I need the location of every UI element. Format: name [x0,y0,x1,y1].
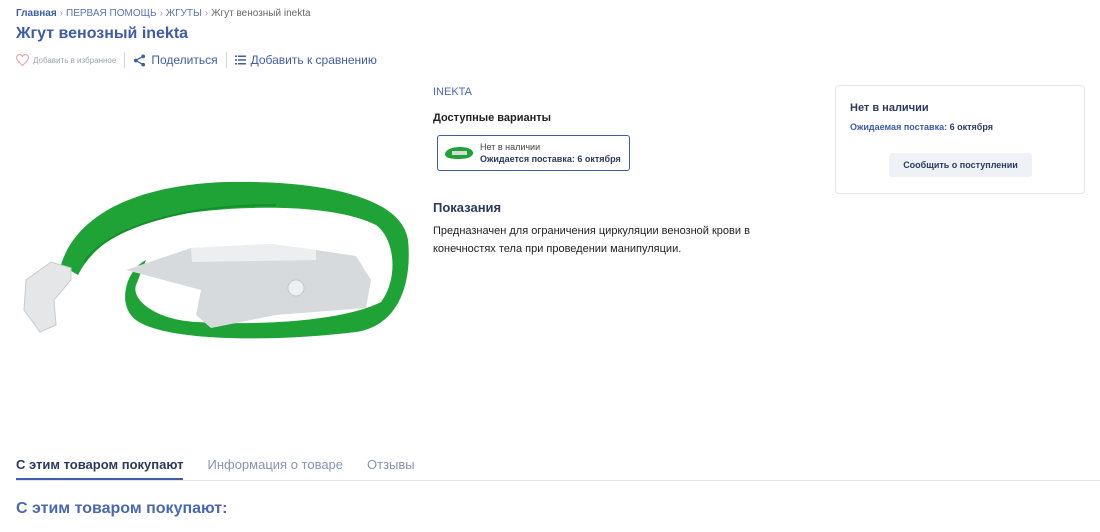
breadcrumb-separator: › [159,8,163,19]
share-icon [134,53,146,67]
share-label: Поделиться [151,53,218,67]
breadcrumb-home[interactable]: Главная [16,8,57,19]
heart-icon [16,54,29,66]
breadcrumb-first-aid[interactable]: ПЕРВАЯ ПОМОЩЬ [66,8,157,19]
compare-button[interactable]: Добавить к сравнению [234,53,377,67]
breadcrumb-separator: › [59,8,64,19]
variant-status: Нет в наличии [480,142,541,152]
share-button[interactable]: Поделиться [133,53,218,67]
stock-box: Нет в наличии Ожидаемая поставка: 6 октя… [835,85,1085,194]
page-title: Жгут венозный inekta [16,25,189,42]
stock-status: Нет в наличии [850,102,929,114]
product-tabs: С этим товаром покупают Информация о тов… [16,452,1100,481]
tab-product-info[interactable]: Информация о товаре [207,452,343,479]
divider [124,52,126,68]
indications-text: Предназначен для ограничения циркуляции … [433,225,750,255]
brand-link[interactable]: INEKTA [433,86,472,98]
variant-option[interactable]: Нет в наличии Ожидается поставка: 6 октя… [437,135,630,171]
tab-also-bought[interactable]: С этим товаром покупают [16,452,184,480]
breadcrumb-current: Жгут венозный inekta [211,8,311,19]
expected-delivery: Ожидаемая поставка: 6 октября [850,122,993,132]
section-title: С этим товаром покупают: [16,500,228,517]
tab-reviews[interactable]: Отзывы [367,452,415,479]
indications-title: Показания [433,200,502,215]
product-actions: Добавить в избранное Поделиться Добавить… [16,52,377,68]
compare-label: Добавить к сравнению [250,53,377,67]
favorites-label: Добавить в избранное [33,55,117,65]
variant-thumbnail [445,147,473,159]
divider [225,52,227,68]
variant-delivery: Ожидается поставка: 6 октября [480,154,621,164]
breadcrumb-tourniquets[interactable]: ЖГУТЫ [166,8,202,19]
add-to-favorites-button[interactable]: Добавить в избранное [16,54,116,66]
product-image[interactable] [16,160,416,360]
notify-button[interactable]: Сообщить о поступлении [889,153,1032,177]
expected-delivery-date: 6 октября [949,122,993,132]
breadcrumb: Главная › ПЕРВАЯ ПОМОЩЬ › ЖГУТЫ › Жгут венозны… [16,8,311,19]
breadcrumb-separator: › [204,8,209,19]
variants-title: Доступные варианты [433,112,552,124]
list-icon [234,55,246,65]
expected-delivery-label: Ожидаемая поставка: [850,122,948,132]
